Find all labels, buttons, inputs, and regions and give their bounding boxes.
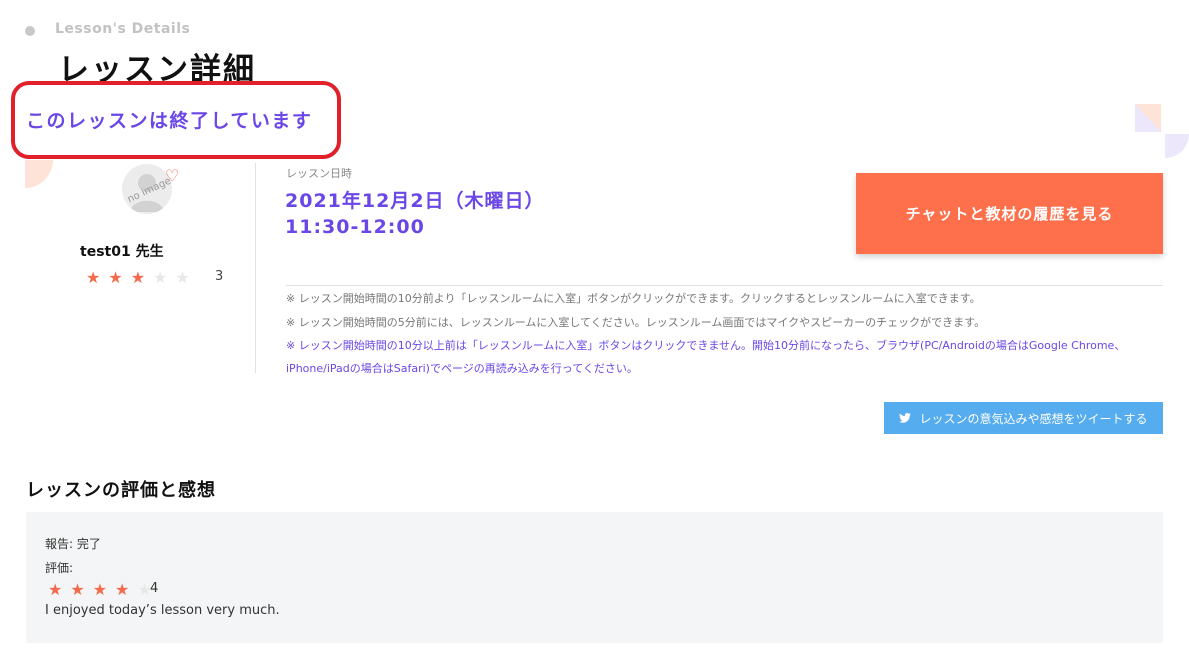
teacher-rating-value: 3 [215,269,224,284]
review-section-title: レッスンの評価と感想 [26,480,216,501]
star-icon: ★ [130,268,146,287]
star-icon: ★ [115,580,130,599]
star-icon: ★ [48,580,63,599]
column-divider [255,163,256,373]
note-line: ※ レッスン開始時間の10分前より「レッスンルームに入室」ボタンがクリックができ… [286,292,981,305]
page-eyebrow: Lesson's Details [55,21,191,37]
heart-icon[interactable]: ♡ [165,166,179,185]
teacher-name[interactable]: test01 先生 [80,241,164,261]
tweet-button[interactable]: レッスンの意気込みや感想をツイートする [884,402,1163,434]
star-icon: ★ [108,268,123,287]
decorative-shape-right [1135,104,1189,158]
star-icon: ★ [175,268,190,287]
tweet-button-label: レッスンの意気込みや感想をツイートする [919,411,1148,426]
review-panel [26,512,1163,643]
star-icon: ★ [92,580,108,599]
lesson-time: 11:30-12:00 [285,216,425,238]
view-chat-history-button[interactable]: チャットと教材の履歴を見る [856,173,1163,254]
lesson-date-label: レッスン日時 [286,167,352,180]
teacher-rating-stars: ★ ★ ★ ★ ★ [86,270,190,286]
review-rating-label: 評価: [45,561,74,575]
section-divider [286,285,1163,286]
review-report-status: 報告: 完了 [45,537,101,551]
lesson-date: 2021年12月2日（木曜日） [285,190,545,212]
star-icon: ★ [153,268,168,287]
star-icon: ★ [70,580,85,599]
review-rating-value: 4 [150,581,159,596]
review-comment: I enjoyed today’s lesson very much. [45,603,280,618]
star-icon: ★ [86,268,101,287]
note-line: ※ レッスン開始時間の5分前には、レッスンルームに入室してください。レッスンルー… [286,316,986,329]
review-rating-stars: ★ ★ ★ ★ ★ [48,582,152,598]
decorative-shape-left [25,160,53,188]
lesson-status-text: このレッスンは終了しています [26,110,313,132]
eyebrow-dot [25,26,35,36]
note-line-warning: ※ レッスン開始時間の10分以上前は「レッスンルームに入室」ボタンはクリックでき… [286,339,1126,375]
twitter-icon [899,413,912,423]
